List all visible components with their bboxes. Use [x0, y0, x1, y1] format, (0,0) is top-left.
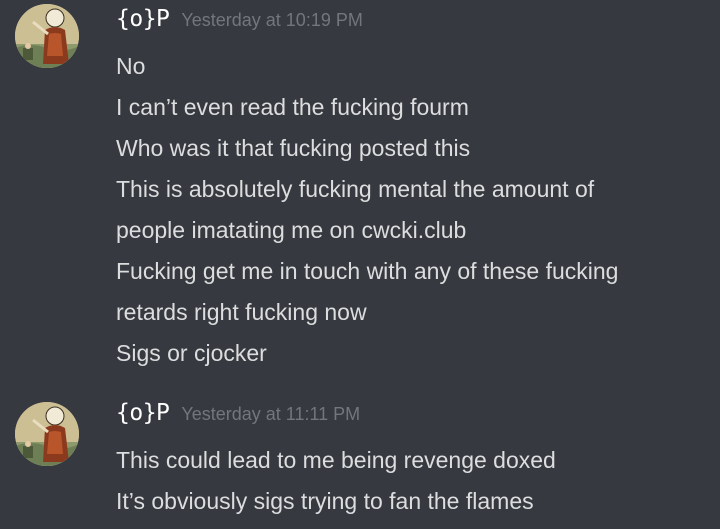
timestamp[interactable]: Yesterday at 11:11 PM — [181, 404, 360, 425]
timestamp[interactable]: Yesterday at 10:19 PM — [181, 10, 362, 31]
message-line: This could lead to me being revenge doxe… — [116, 447, 556, 473]
username[interactable]: {o}P — [116, 400, 170, 426]
avatar[interactable] — [15, 402, 79, 466]
message-line: Fucking get me in touch with any of thes… — [116, 258, 619, 284]
message-line: This is absolutely fucking mental the am… — [116, 176, 595, 202]
message-line: Sigs or cjocker — [116, 340, 267, 366]
avatar[interactable] — [15, 4, 79, 68]
message-line: I can’t even read the fucking fourm — [116, 94, 469, 120]
username[interactable]: {o}P — [116, 6, 170, 32]
message-line: Who was it that fucking posted this — [116, 135, 471, 161]
user-avatar-illustration-icon — [15, 4, 79, 68]
message-line: retards right fucking now — [116, 299, 367, 325]
message-line: No — [116, 53, 146, 79]
message-header: {o}P Yesterday at 11:11 PM — [116, 400, 360, 434]
message-body: This could lead to me being revenge doxe… — [116, 440, 706, 522]
user-avatar-illustration-icon — [15, 402, 79, 466]
message-header: {o}P Yesterday at 10:19 PM — [116, 6, 363, 40]
message-line: It’s obviously sigs trying to fan the fl… — [116, 488, 534, 514]
message-body: No I can’t even read the fucking fourm W… — [116, 46, 706, 374]
message-line: people imatating me on cwcki.club — [116, 217, 467, 243]
